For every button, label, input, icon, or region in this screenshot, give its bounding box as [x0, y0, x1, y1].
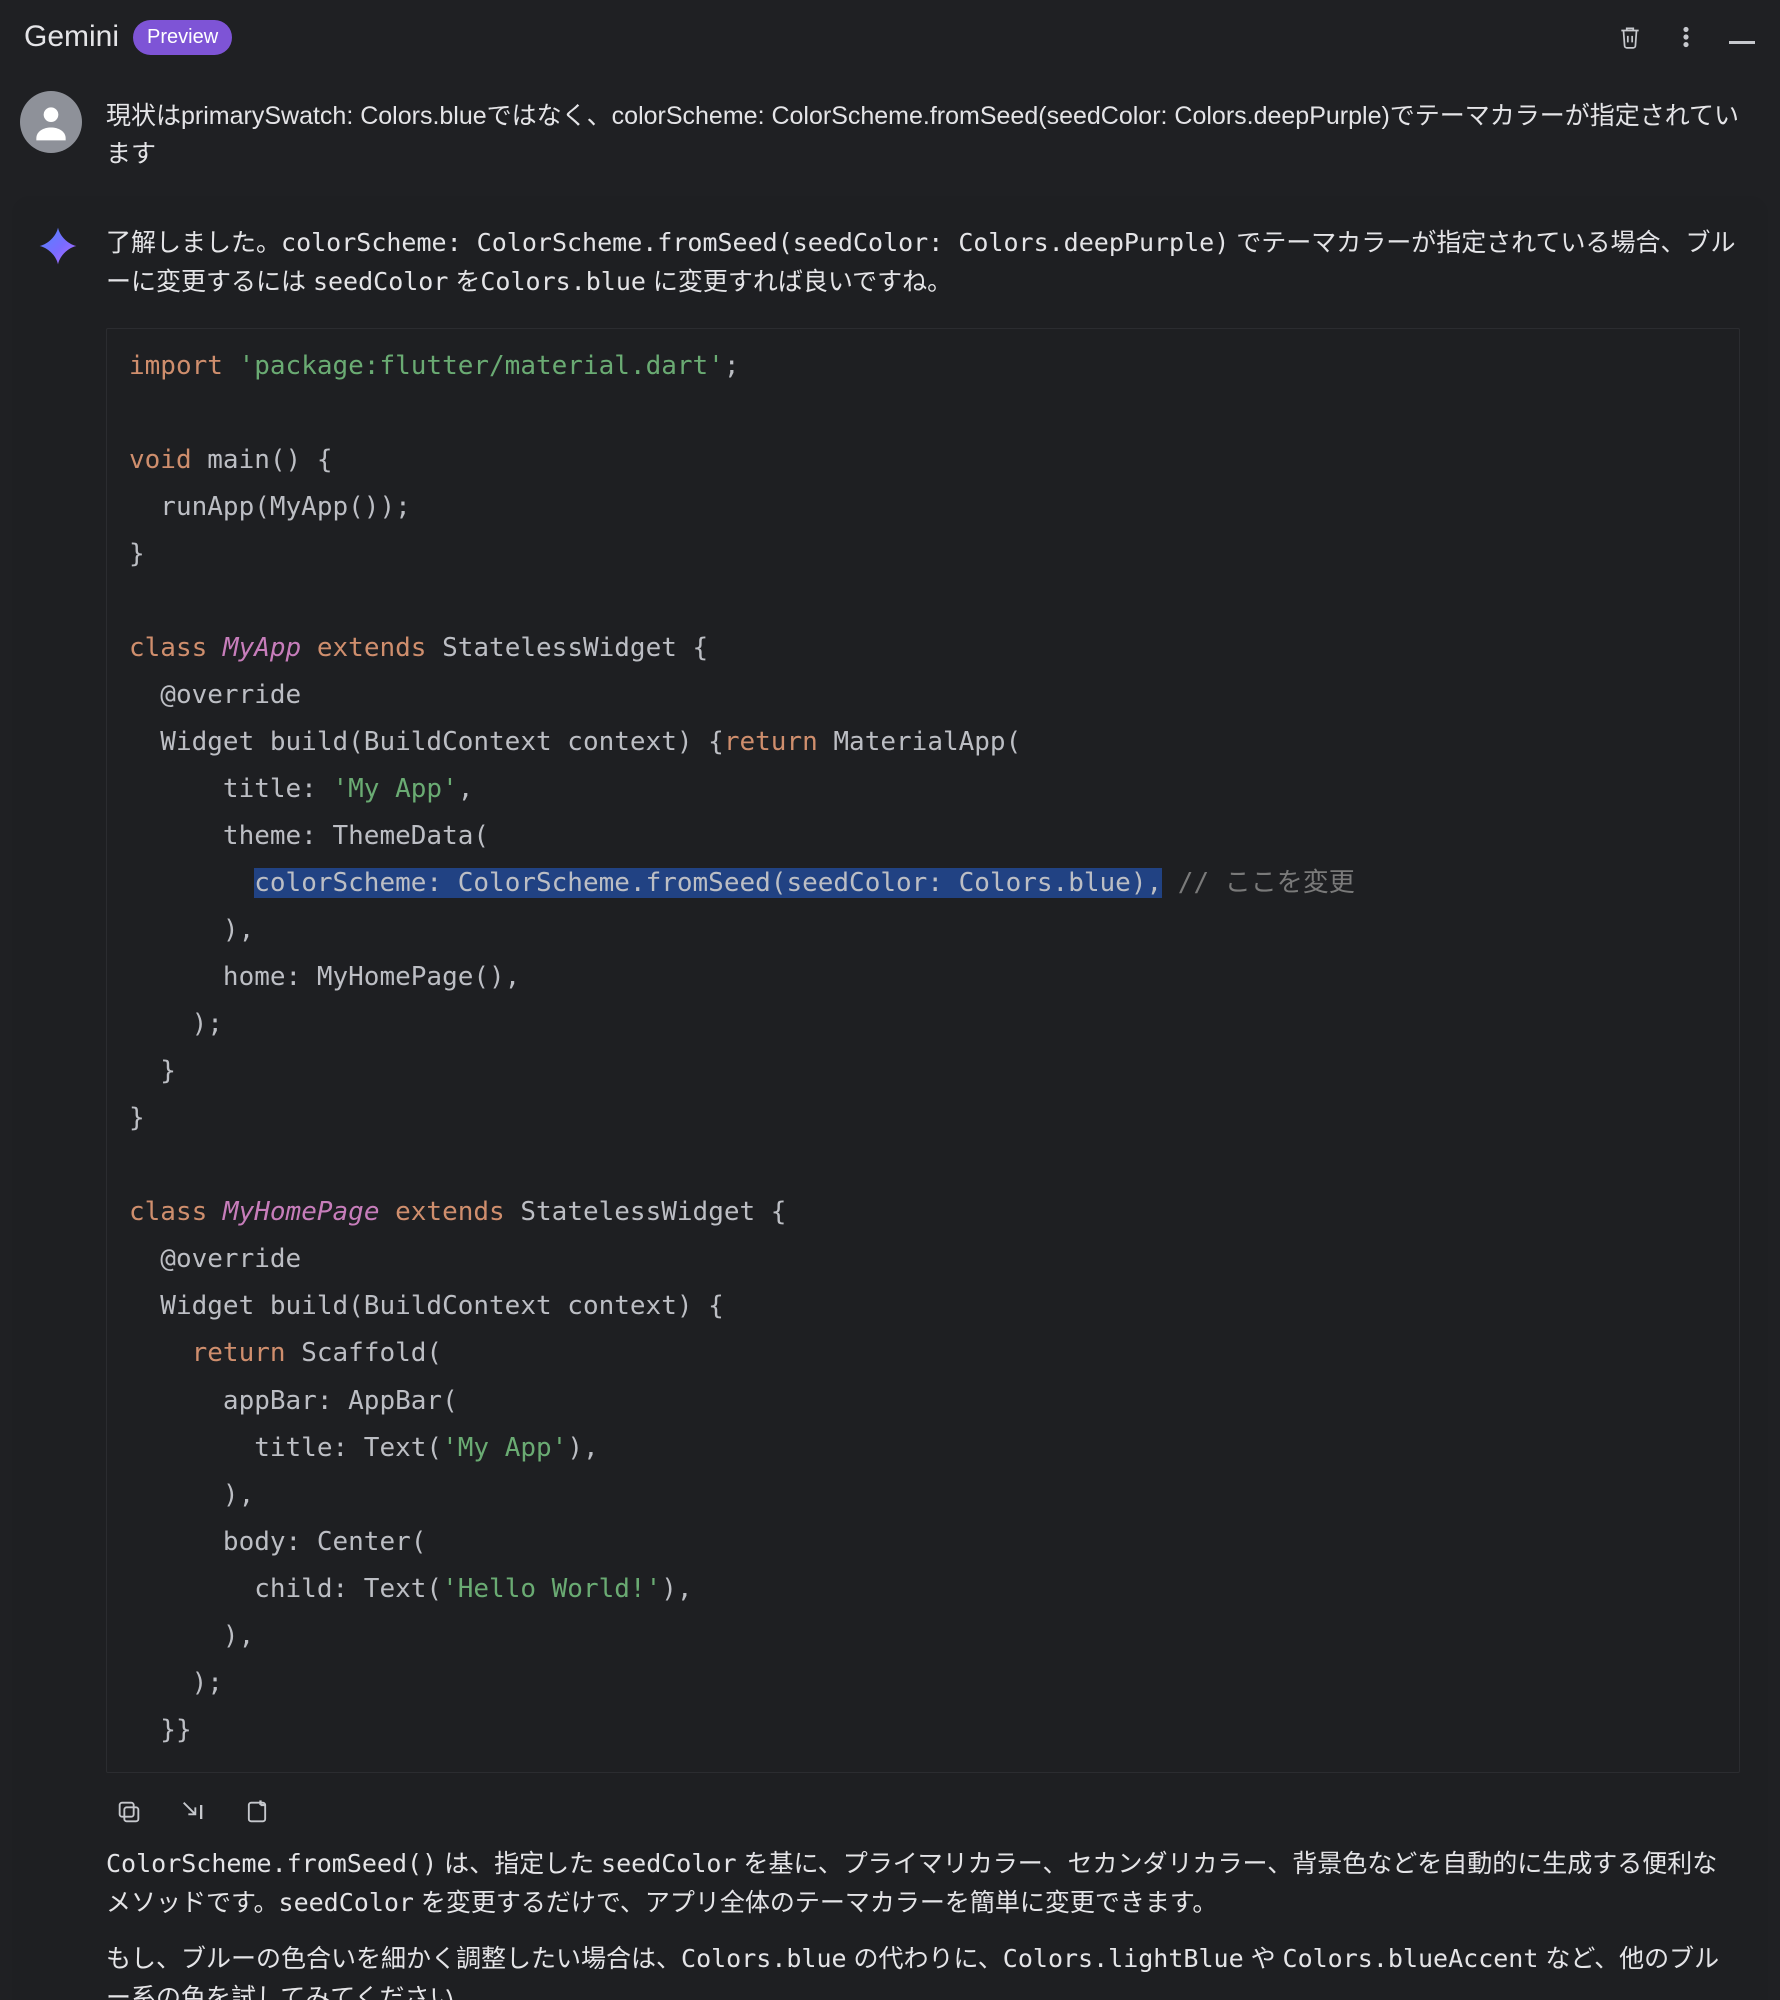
- inline-code: ColorScheme.fromSeed(): [106, 1849, 437, 1878]
- inline-code: Colors.blue: [480, 267, 646, 296]
- more-icon[interactable]: [1672, 23, 1700, 51]
- text: 了解しました。: [106, 229, 281, 257]
- text: を: [448, 268, 480, 296]
- user-message: 現状はprimarySwatch: Colors.blueではなく、colorS…: [0, 73, 1780, 193]
- inline-code: seedColor: [601, 1849, 736, 1878]
- assistant-message: 了解しました。colorScheme: ColorScheme.fromSeed…: [12, 196, 1768, 2000]
- text: や: [1244, 1945, 1283, 1973]
- inline-code: Colors.blue: [681, 1944, 847, 1973]
- chat-window: Gemini Preview 現状はprimarySwatch: Colors.…: [0, 0, 1780, 2000]
- minimize-icon[interactable]: [1728, 23, 1756, 51]
- app-title: Gemini: [24, 14, 119, 61]
- inline-code: seedColor: [313, 267, 448, 296]
- inline-code: colorScheme: ColorScheme.fromSeed(seedCo…: [281, 228, 1229, 257]
- inline-code: Colors.blueAccent: [1283, 1944, 1539, 1973]
- user-avatar-icon: [20, 91, 82, 153]
- user-message-body: 現状はprimarySwatch: Colors.blueではなく、colorS…: [106, 91, 1752, 175]
- trash-icon[interactable]: [1616, 23, 1644, 51]
- user-text: 現状はprimarySwatch: Colors.blueではなく、colorS…: [106, 91, 1752, 175]
- text: は、指定した: [437, 1850, 601, 1878]
- code-content[interactable]: import 'package:flutter/material.dart'; …: [107, 329, 1739, 1772]
- text: に変更すれば良いですね。: [646, 268, 952, 296]
- insert-at-caret-icon[interactable]: [176, 1795, 210, 1829]
- text: を変更するだけで、アプリ全体のテーマカラーを簡単に変更できます。: [414, 1889, 1217, 1917]
- code-actions: [106, 1787, 1740, 1845]
- titlebar-left: Gemini Preview: [24, 14, 232, 61]
- assistant-intro: 了解しました。colorScheme: ColorScheme.fromSeed…: [106, 224, 1740, 302]
- gemini-star-icon: [34, 222, 82, 270]
- text: もし、ブルーの色合いを細かく調整したい場合は、: [106, 1945, 681, 1973]
- preview-badge: Preview: [133, 20, 232, 55]
- assistant-explain-2: もし、ブルーの色合いを細かく調整したい場合は、Colors.blue の代わりに…: [106, 1940, 1740, 2000]
- inline-code: seedColor: [279, 1888, 414, 1917]
- code-block: import 'package:flutter/material.dart'; …: [106, 328, 1740, 1773]
- assistant-explain-1: ColorScheme.fromSeed() は、指定した seedColor …: [106, 1845, 1740, 1923]
- assistant-body: 了解しました。colorScheme: ColorScheme.fromSeed…: [106, 224, 1740, 2000]
- copy-icon[interactable]: [112, 1795, 146, 1829]
- inline-code: Colors.lightBlue: [1003, 1944, 1244, 1973]
- messages: 現状はprimarySwatch: Colors.blueではなく、colorS…: [0, 73, 1780, 2000]
- titlebar-actions: [1616, 23, 1756, 51]
- text: の代わりに、: [847, 1945, 1003, 1973]
- titlebar: Gemini Preview: [0, 0, 1780, 73]
- new-file-icon[interactable]: [240, 1795, 274, 1829]
